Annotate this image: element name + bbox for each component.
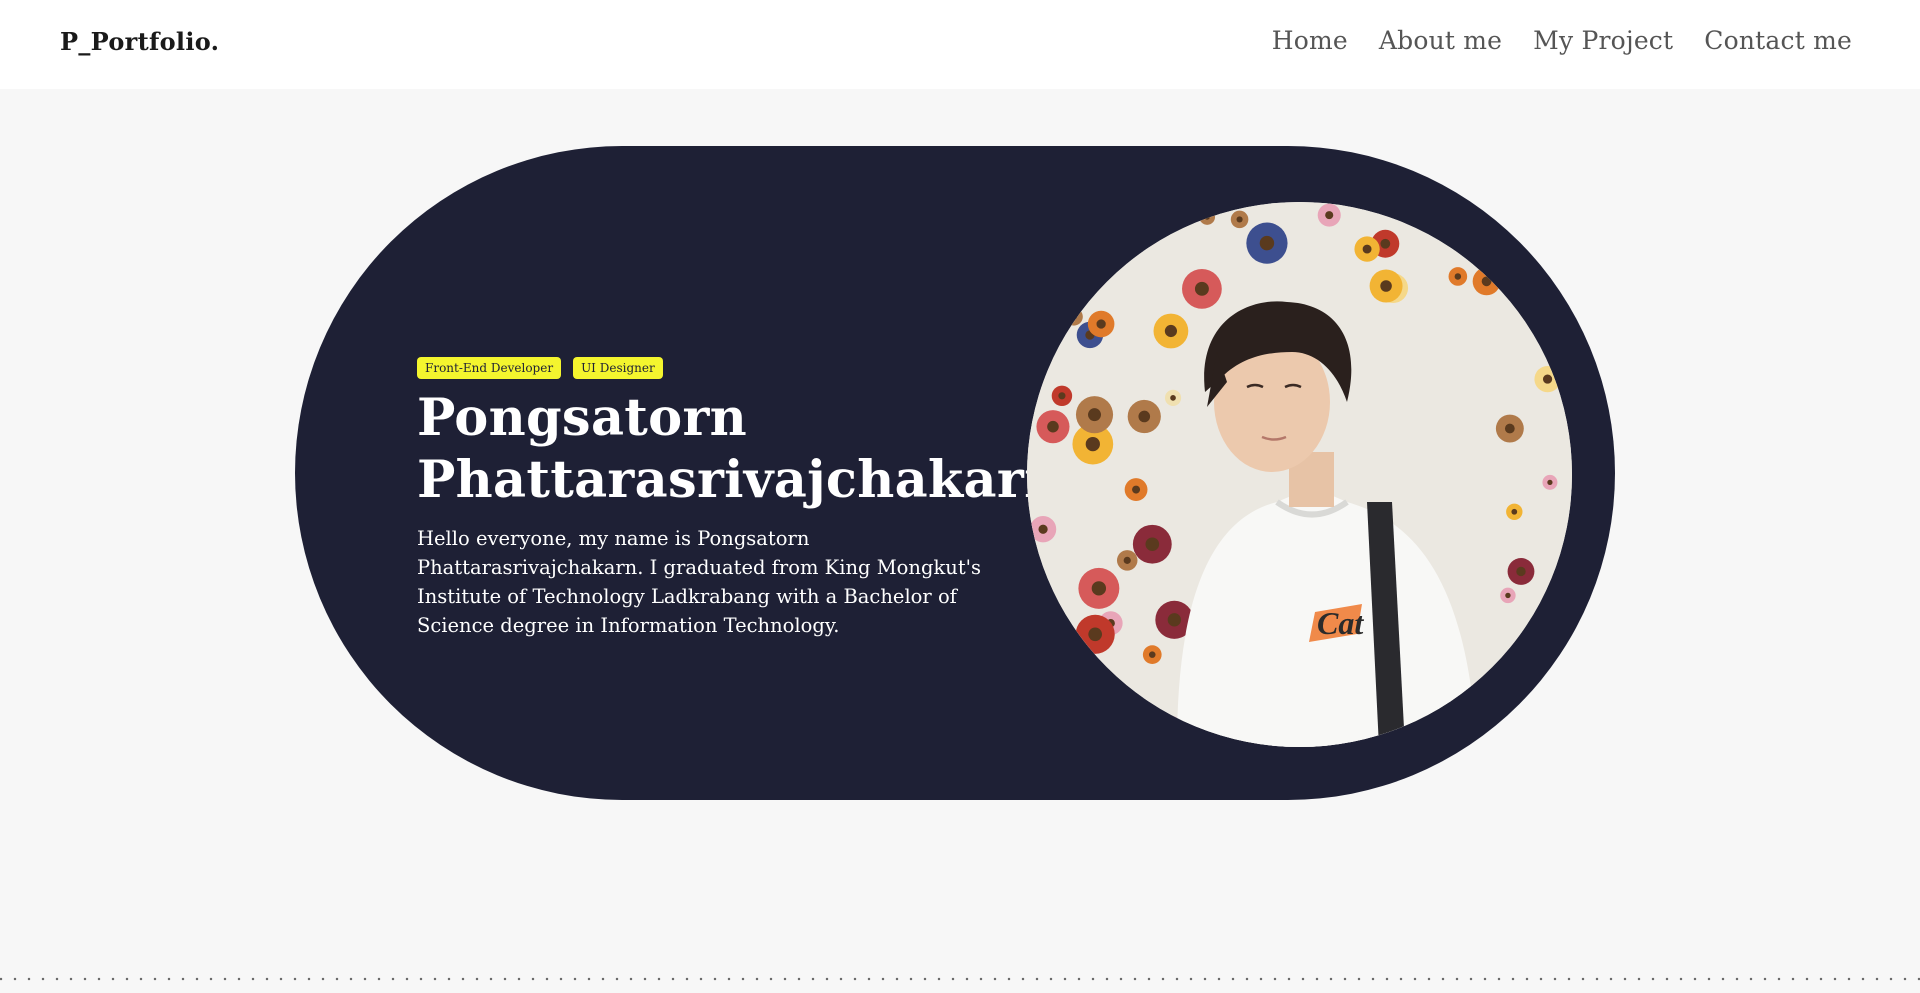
dotted-divider bbox=[0, 977, 1920, 981]
flower-center bbox=[1516, 566, 1526, 577]
flower-center bbox=[1066, 703, 1075, 711]
flower-center bbox=[1085, 436, 1100, 452]
flower-petals bbox=[1062, 229, 1082, 249]
flower-center bbox=[1504, 423, 1515, 434]
flower-center bbox=[1547, 479, 1553, 485]
flower-petals bbox=[1476, 203, 1506, 233]
hero-text: Front-End Developer UI Designer Pongsato… bbox=[417, 357, 1061, 640]
nav-about-link[interactable]: About me bbox=[1379, 26, 1502, 55]
flower-center bbox=[1164, 324, 1178, 338]
flower-petals bbox=[1106, 725, 1134, 747]
flower-petals bbox=[1060, 696, 1081, 718]
flower-center bbox=[1038, 524, 1048, 534]
flower-center bbox=[1058, 392, 1066, 400]
site-header: P_Portfolio. Home About me My Project Co… bbox=[0, 0, 1920, 89]
flower-center bbox=[1485, 212, 1496, 223]
site-logo[interactable]: P_Portfolio. bbox=[60, 27, 219, 56]
flower-petals bbox=[1027, 600, 1045, 628]
hero-intro: Hello everyone, my name is Pongsatorn Ph… bbox=[417, 527, 982, 637]
tag-ui-designer: UI Designer bbox=[573, 357, 663, 379]
flower-center bbox=[1380, 280, 1392, 292]
flower-center bbox=[1204, 214, 1210, 220]
flower-center bbox=[1236, 216, 1243, 223]
nav-project-link[interactable]: My Project bbox=[1533, 26, 1673, 55]
flower-center bbox=[1088, 627, 1103, 642]
flower-center bbox=[1505, 592, 1511, 599]
flower-center bbox=[1096, 319, 1106, 329]
tag-frontend-developer: Front-End Developer bbox=[417, 357, 562, 379]
flower-center bbox=[1064, 675, 1076, 687]
flower-center bbox=[1194, 281, 1209, 296]
flower-center bbox=[1380, 238, 1391, 249]
flower-center bbox=[1170, 395, 1176, 401]
profile-photo-illustration: Cat bbox=[1027, 202, 1572, 747]
flower-petals bbox=[1062, 728, 1090, 747]
flower-center bbox=[1027, 609, 1037, 619]
hero-name: Pongsatorn Phattarasrivajchakarn bbox=[417, 387, 1061, 511]
flower-center bbox=[1362, 244, 1372, 254]
flower-center bbox=[1526, 664, 1539, 678]
main-nav: Home About me My Project Contact me bbox=[1272, 26, 1852, 55]
flower-center bbox=[1481, 276, 1492, 287]
flower-petals bbox=[1027, 269, 1058, 304]
flower-center bbox=[1511, 508, 1518, 515]
flower-center bbox=[1066, 208, 1077, 219]
flower-center bbox=[1086, 686, 1099, 698]
flower-petals bbox=[1054, 665, 1086, 697]
flower-petals bbox=[1504, 246, 1531, 272]
role-tags: Front-End Developer UI Designer bbox=[417, 357, 1027, 379]
flower-center bbox=[1091, 581, 1107, 596]
hero-name-first: Pongsatorn bbox=[417, 388, 748, 448]
flower-center bbox=[1070, 313, 1078, 320]
flower-center bbox=[1169, 720, 1175, 726]
flower-center bbox=[1123, 556, 1131, 564]
flower-petals bbox=[1514, 653, 1550, 689]
flower-center bbox=[1167, 613, 1181, 627]
flower-center bbox=[1148, 651, 1156, 658]
flower-center bbox=[1034, 280, 1047, 293]
hero-card: Front-End Developer UI Designer Pongsato… bbox=[295, 146, 1615, 800]
flower-petals bbox=[1065, 307, 1083, 326]
flower-petals bbox=[1076, 675, 1109, 709]
flower-center bbox=[1132, 485, 1141, 494]
flower-center bbox=[1088, 408, 1102, 422]
shirt-print-text: Cat bbox=[1317, 605, 1364, 641]
flower-center bbox=[1071, 737, 1081, 747]
flower-center bbox=[1047, 420, 1059, 433]
nav-home-link[interactable]: Home bbox=[1272, 26, 1348, 55]
flower-center bbox=[1542, 374, 1553, 384]
flower-center bbox=[1325, 211, 1334, 220]
flower-center bbox=[1513, 254, 1523, 264]
profile-photo: Cat bbox=[1027, 202, 1572, 747]
flower-center bbox=[1115, 734, 1125, 744]
flower-center bbox=[1454, 273, 1462, 280]
flower-center bbox=[1115, 222, 1131, 237]
hero-name-last: Phattarasrivajchakarn bbox=[417, 450, 1062, 510]
flower-petals bbox=[1165, 716, 1180, 731]
flower-petals bbox=[1102, 209, 1144, 250]
flower-center bbox=[1259, 235, 1275, 251]
flower-center bbox=[1145, 537, 1160, 552]
flower-center bbox=[1068, 235, 1076, 243]
nav-contact-link[interactable]: Contact me bbox=[1704, 26, 1852, 55]
flower-center bbox=[1138, 410, 1151, 423]
flower-petals bbox=[1057, 202, 1087, 228]
